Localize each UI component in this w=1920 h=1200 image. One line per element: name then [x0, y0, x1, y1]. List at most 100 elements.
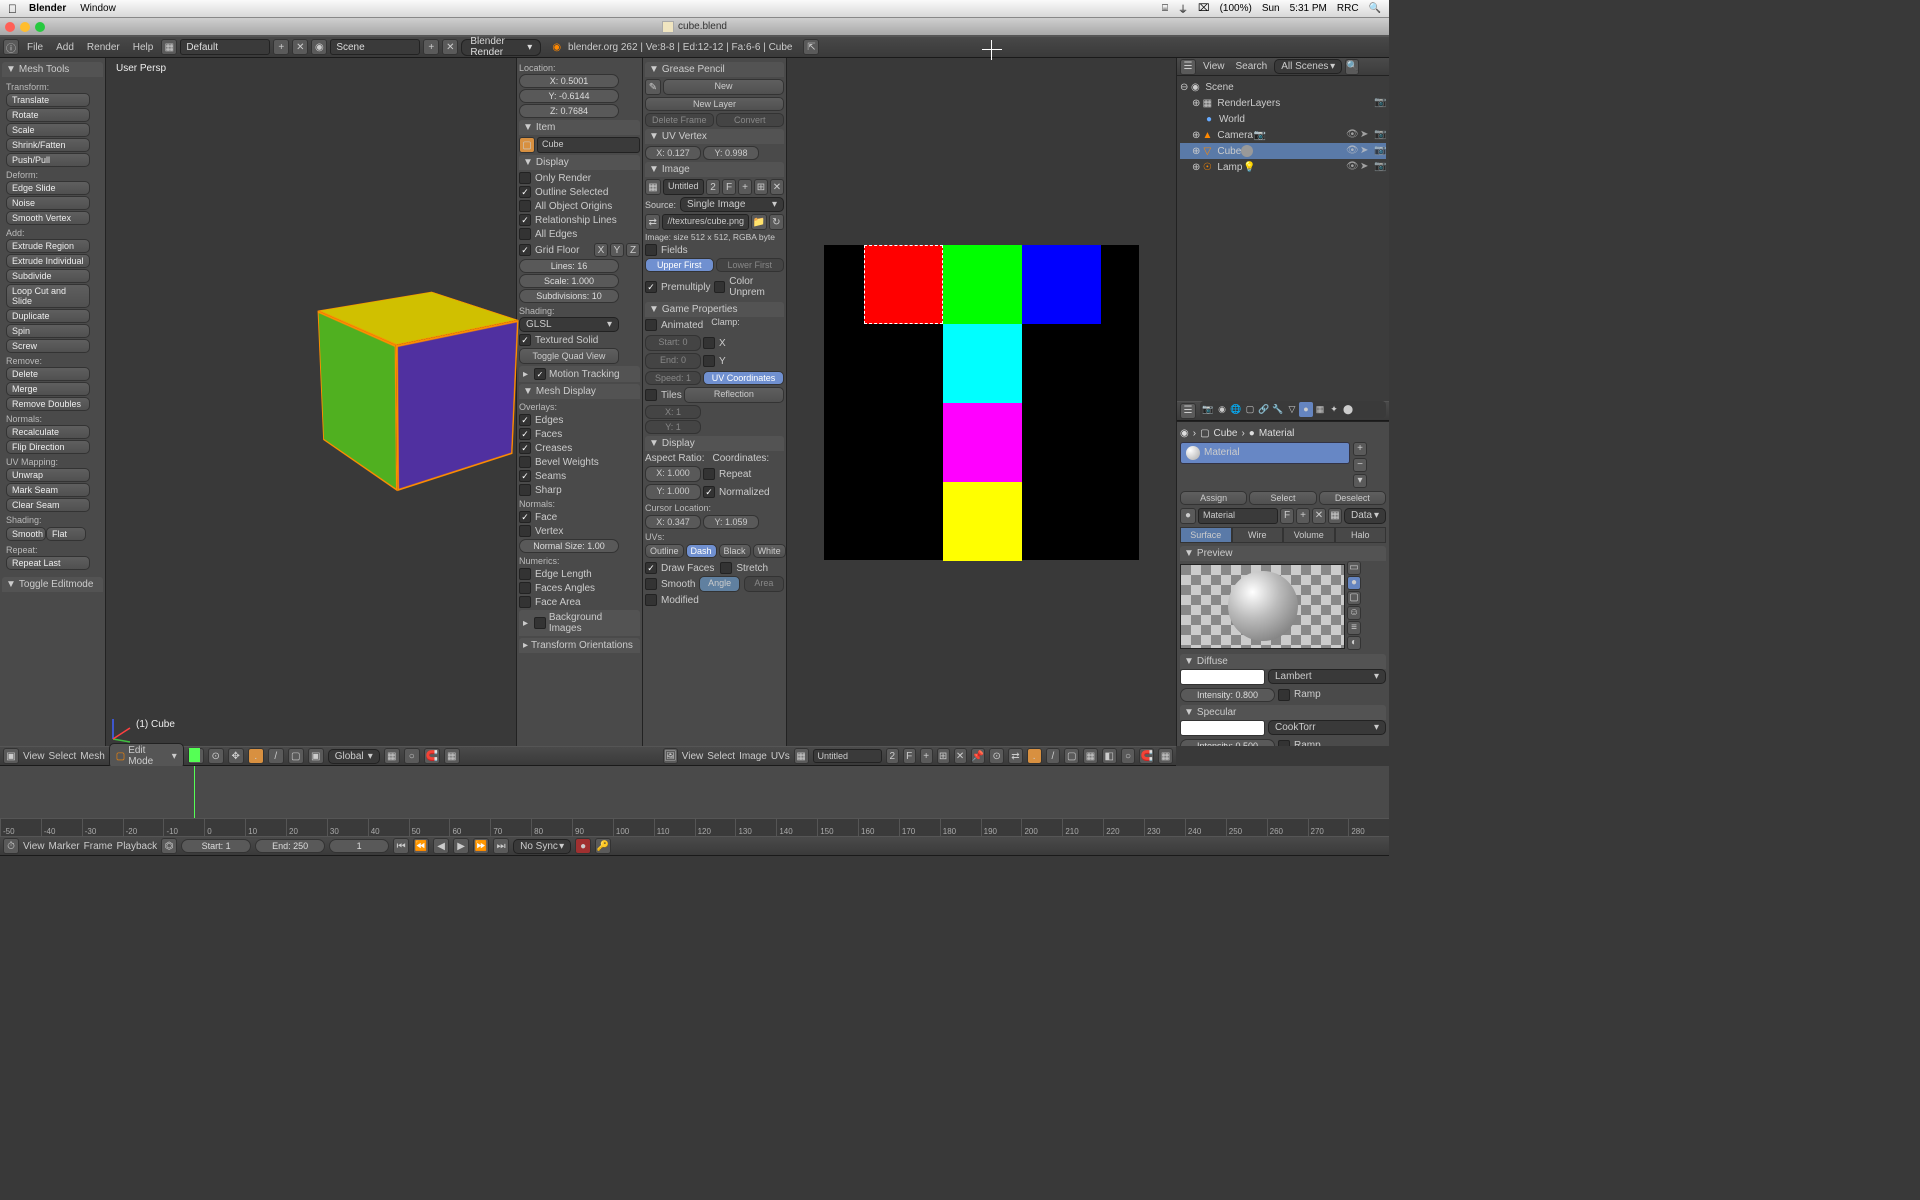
- mesh-display-header[interactable]: ▼Mesh Display: [519, 384, 640, 399]
- all-object-origins-checkbox[interactable]: All Object Origins: [519, 200, 640, 212]
- timeline-marker-menu[interactable]: Marker: [49, 841, 80, 852]
- timeline-playback-menu[interactable]: Playback: [117, 841, 158, 852]
- location-y-field[interactable]: Y: -0.6144: [519, 89, 619, 103]
- grid-x-toggle[interactable]: X: [594, 243, 608, 257]
- minimize-window-button[interactable]: [20, 22, 30, 32]
- normal-size-field[interactable]: Normal Size: 1.00: [519, 539, 619, 553]
- outliner-view-menu[interactable]: View: [1203, 61, 1225, 72]
- pivot-icon[interactable]: ⊙: [208, 748, 224, 764]
- tree-cube[interactable]: ⊕▽Cube👁➤📷: [1180, 143, 1386, 159]
- battery-icon[interactable]: ⌧: [1198, 3, 1210, 14]
- 3dview-editor-type-icon[interactable]: ▣: [3, 748, 19, 764]
- diffuse-intensity-field[interactable]: Intensity: 0.800: [1180, 688, 1275, 702]
- edge-length-checkbox[interactable]: Edge Length: [519, 568, 640, 580]
- assign-button[interactable]: Assign: [1180, 491, 1247, 505]
- tree-camera[interactable]: ⊕▲Camera📷👁➤📷: [1180, 127, 1386, 143]
- delete-scene-icon[interactable]: ✕: [442, 39, 458, 55]
- diffuse-ramp-checkbox[interactable]: Ramp: [1278, 689, 1321, 701]
- edges-checkbox[interactable]: Edges: [519, 414, 640, 426]
- uv-coordinates-button[interactable]: UV Coordinates: [703, 371, 784, 385]
- outline-selected-checkbox[interactable]: Outline Selected: [519, 186, 640, 198]
- specular-header[interactable]: ▼Specular: [1180, 705, 1386, 720]
- data-tab-icon[interactable]: ▽: [1285, 402, 1299, 417]
- premultiply-checkbox[interactable]: Premultiply: [645, 276, 710, 298]
- proportional-icon[interactable]: ○: [404, 748, 420, 764]
- halo-tab[interactable]: Halo: [1335, 527, 1387, 543]
- grid-scale-field[interactable]: Scale: 1.000: [519, 274, 619, 288]
- jump-next-keyframe-icon[interactable]: ⏩: [473, 838, 489, 854]
- item-panel-header[interactable]: ▼Item: [519, 120, 640, 135]
- data-link-dropdown[interactable]: Data▾: [1344, 508, 1386, 524]
- preview-monkey-icon[interactable]: ☺: [1347, 606, 1361, 620]
- face-select-icon[interactable]: ▢: [288, 748, 304, 764]
- volume-tab[interactable]: Volume: [1283, 527, 1335, 543]
- screen-browse-icon[interactable]: ▦: [161, 39, 177, 55]
- uv-users-badge[interactable]: 2: [886, 748, 899, 764]
- image-fake-user-button[interactable]: F: [722, 179, 736, 195]
- flat-button[interactable]: Flat: [46, 527, 86, 541]
- delete-screen-icon[interactable]: ✕: [292, 39, 308, 55]
- jump-prev-keyframe-icon[interactable]: ⏪: [413, 838, 429, 854]
- start-frame-field[interactable]: Start: 1: [181, 839, 251, 853]
- specular-intensity-field[interactable]: Intensity: 0.500: [1180, 739, 1275, 747]
- scene-browse-icon[interactable]: ◉: [311, 39, 327, 55]
- app-menu[interactable]: Blender: [29, 3, 66, 14]
- spin-button[interactable]: Spin: [6, 324, 90, 338]
- spotlight-icon[interactable]: 🔍: [1369, 3, 1381, 14]
- info-editor-type-icon[interactable]: ⓘ: [3, 39, 19, 55]
- bevel-weights-checkbox[interactable]: Bevel Weights: [519, 456, 640, 468]
- uv-face-red[interactable]: [864, 245, 943, 324]
- color-unprem-checkbox[interactable]: Color Unprem: [714, 276, 784, 298]
- jump-end-icon[interactable]: ⏭: [493, 838, 509, 854]
- push-pull-button[interactable]: Push/Pull: [6, 153, 90, 167]
- duplicate-button[interactable]: Duplicate: [6, 309, 90, 323]
- uv-sync-icon[interactable]: ⇄: [1008, 748, 1023, 764]
- smooth-vertex-button[interactable]: Smooth Vertex: [6, 211, 90, 225]
- jump-start-icon[interactable]: ⏮: [393, 838, 409, 854]
- anim-speed-field[interactable]: Speed: 1: [645, 371, 701, 385]
- image-path-field[interactable]: //textures/cube.png: [662, 214, 749, 230]
- material-remove-icon[interactable]: −: [1353, 458, 1367, 472]
- material-plus-icon[interactable]: +: [1296, 508, 1310, 524]
- timeline-canvas[interactable]: [0, 766, 1389, 818]
- play-icon[interactable]: ▶: [453, 838, 469, 854]
- normalized-checkbox[interactable]: Normalized: [703, 486, 770, 498]
- delete-frame-button[interactable]: Delete Frame: [645, 113, 714, 127]
- clamp-y-checkbox[interactable]: Y: [703, 355, 726, 367]
- surface-tab[interactable]: Surface: [1180, 527, 1232, 543]
- render-tab-icon[interactable]: 📷: [1201, 402, 1215, 417]
- add-screen-icon[interactable]: +: [273, 39, 289, 55]
- material-slot[interactable]: Material: [1180, 442, 1350, 464]
- uv-display-header[interactable]: ▼Display: [645, 436, 784, 451]
- autokeying-icon[interactable]: ●: [575, 838, 591, 854]
- end-frame-field[interactable]: End: 250: [255, 839, 325, 853]
- 3d-mesh-menu[interactable]: Mesh: [80, 751, 104, 762]
- diffuse-shader-dropdown[interactable]: Lambert▾: [1268, 669, 1386, 684]
- creases-checkbox[interactable]: Creases: [519, 442, 640, 454]
- modifiers-tab-icon[interactable]: 🔧: [1271, 402, 1285, 417]
- manipulator-icon[interactable]: ✥: [228, 748, 244, 764]
- uv-black-button[interactable]: Black: [719, 544, 751, 558]
- wire-tab[interactable]: Wire: [1232, 527, 1284, 543]
- render-engine-dropdown[interactable]: Blender Render▾: [461, 39, 541, 56]
- cursor-x-field[interactable]: X: 0.347: [645, 515, 701, 529]
- camera-icon[interactable]: 📷: [1374, 97, 1386, 109]
- grease-pencil-header[interactable]: ▼Grease Pencil: [645, 62, 784, 77]
- current-frame-field[interactable]: 1: [329, 839, 389, 853]
- image-source-dropdown[interactable]: Single Image▾: [680, 197, 784, 212]
- uv-proportional-icon[interactable]: ○: [1121, 748, 1136, 764]
- uv-face-green[interactable]: [943, 245, 1022, 324]
- deselect-button[interactable]: Deselect: [1319, 491, 1386, 505]
- remove-doubles-button[interactable]: Remove Doubles: [6, 397, 90, 411]
- material-browse-icon[interactable]: ●: [1180, 508, 1196, 524]
- edge-select-icon[interactable]: /: [268, 748, 284, 764]
- uv-unlink-icon[interactable]: ⊞: [937, 748, 950, 764]
- uv-outline-button[interactable]: Outline: [645, 544, 684, 558]
- constraints-tab-icon[interactable]: 🔗: [1257, 402, 1271, 417]
- recalculate-button[interactable]: Recalculate: [6, 425, 90, 439]
- user-label[interactable]: RRC: [1337, 3, 1359, 14]
- uv-vertex-sel-icon[interactable]: .: [1027, 748, 1042, 764]
- motion-tracking-header[interactable]: ▸✓Motion Tracking: [519, 366, 640, 382]
- uv-face-yellow[interactable]: [943, 482, 1022, 561]
- file-menu[interactable]: File: [27, 42, 43, 53]
